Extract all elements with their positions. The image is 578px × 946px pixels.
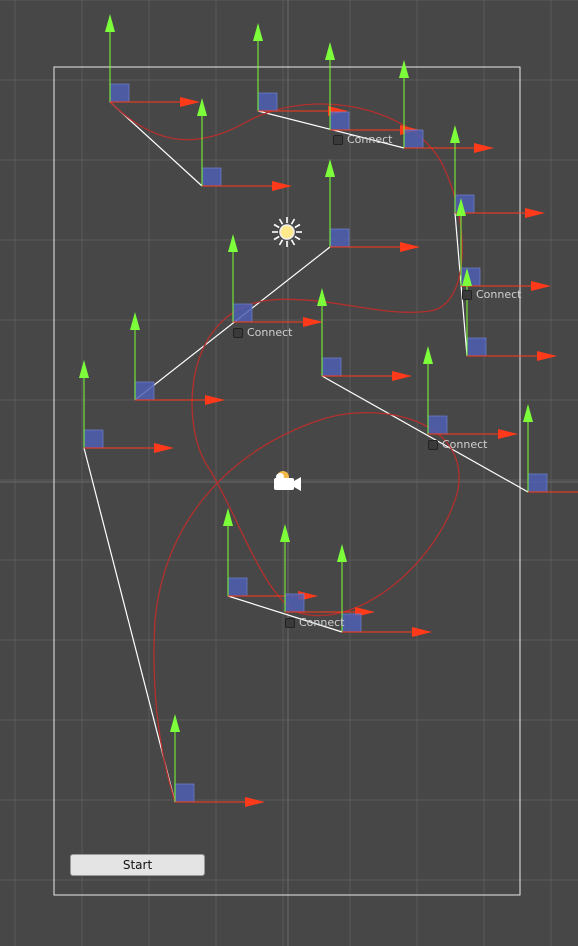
position-handle [227, 577, 248, 597]
checkbox-icon[interactable] [428, 439, 438, 450]
sun-ray [294, 223, 301, 229]
sun-ray [278, 239, 284, 246]
position-handle [284, 593, 305, 613]
grid [0, 0, 578, 946]
position-handle [109, 83, 130, 103]
position-handle [329, 111, 350, 131]
y-axis-arrow-icon [253, 23, 263, 41]
sun-ray [278, 218, 284, 225]
x-axis-arrow-icon [531, 281, 551, 291]
y-axis-arrow-icon [325, 159, 335, 177]
x-axis-arrow-icon [498, 429, 518, 439]
connect-label[interactable]: Connect [428, 438, 487, 451]
position-handle [427, 415, 448, 435]
position-handle [466, 337, 487, 357]
sun-ray [290, 239, 296, 246]
position-handle [341, 613, 362, 633]
x-axis-arrow-icon [525, 208, 545, 218]
y-axis-arrow-icon [228, 234, 238, 252]
position-handle [527, 473, 548, 493]
checkbox-icon[interactable] [462, 289, 472, 300]
position-handle [257, 92, 278, 112]
sun-ray [273, 235, 280, 241]
y-axis-arrow-icon [79, 360, 89, 378]
x-axis-arrow-icon [412, 627, 432, 637]
checkbox-icon[interactable] [333, 134, 343, 145]
x-axis-arrow-icon [392, 371, 412, 381]
x-axis-arrow-icon [303, 317, 323, 327]
y-axis-arrow-icon [105, 14, 115, 32]
x-axis-arrow-icon [180, 97, 200, 107]
sun-ray [273, 223, 280, 229]
y-axis-arrow-icon [325, 42, 335, 60]
sun-light-icon[interactable] [272, 217, 302, 247]
sun-core [279, 224, 295, 240]
y-axis-arrow-icon [130, 312, 140, 330]
y-axis-arrow-icon [450, 125, 460, 143]
position-handle [201, 167, 222, 187]
scene-canvas[interactable] [0, 0, 578, 946]
position-handle [403, 129, 424, 149]
x-axis-arrow-icon [272, 181, 292, 191]
y-axis-arrow-icon [337, 544, 347, 562]
path-segment [83, 447, 176, 803]
curve-layer [109, 101, 463, 803]
position-handle [83, 429, 104, 449]
x-axis-arrow-icon [245, 797, 265, 807]
y-axis-arrow-icon [423, 346, 433, 364]
sun-ray [294, 235, 301, 241]
connect-label[interactable]: Connect [462, 288, 521, 301]
connect-label[interactable]: Connect [233, 326, 292, 339]
scene-view[interactable]: Connect Connect Connect Connect Connect … [0, 0, 578, 946]
camera-body [274, 478, 294, 490]
start-button[interactable]: Start [70, 854, 205, 876]
checkbox-icon[interactable] [233, 327, 243, 338]
position-handle [329, 228, 350, 248]
position-handle [134, 381, 155, 401]
y-axis-arrow-icon [170, 714, 180, 732]
connect-label[interactable]: Connect [333, 133, 392, 146]
checkbox-icon[interactable] [285, 617, 295, 628]
x-axis-arrow-icon [537, 351, 557, 361]
sun-ray [290, 218, 296, 225]
position-handle [321, 357, 342, 377]
x-axis-arrow-icon [154, 443, 174, 453]
position-handle [232, 303, 253, 323]
x-axis-arrow-icon [205, 395, 225, 405]
y-axis-arrow-icon [523, 404, 533, 422]
y-axis-arrow-icon [197, 98, 207, 116]
y-axis-arrow-icon [399, 60, 409, 78]
camera-icon[interactable] [274, 471, 301, 491]
connect-label[interactable]: Connect [285, 616, 344, 629]
bezier-curve [109, 101, 463, 803]
position-handle [174, 783, 195, 803]
camera-lens [294, 477, 301, 491]
y-axis-arrow-icon [317, 288, 327, 306]
camera-reel [276, 473, 284, 481]
